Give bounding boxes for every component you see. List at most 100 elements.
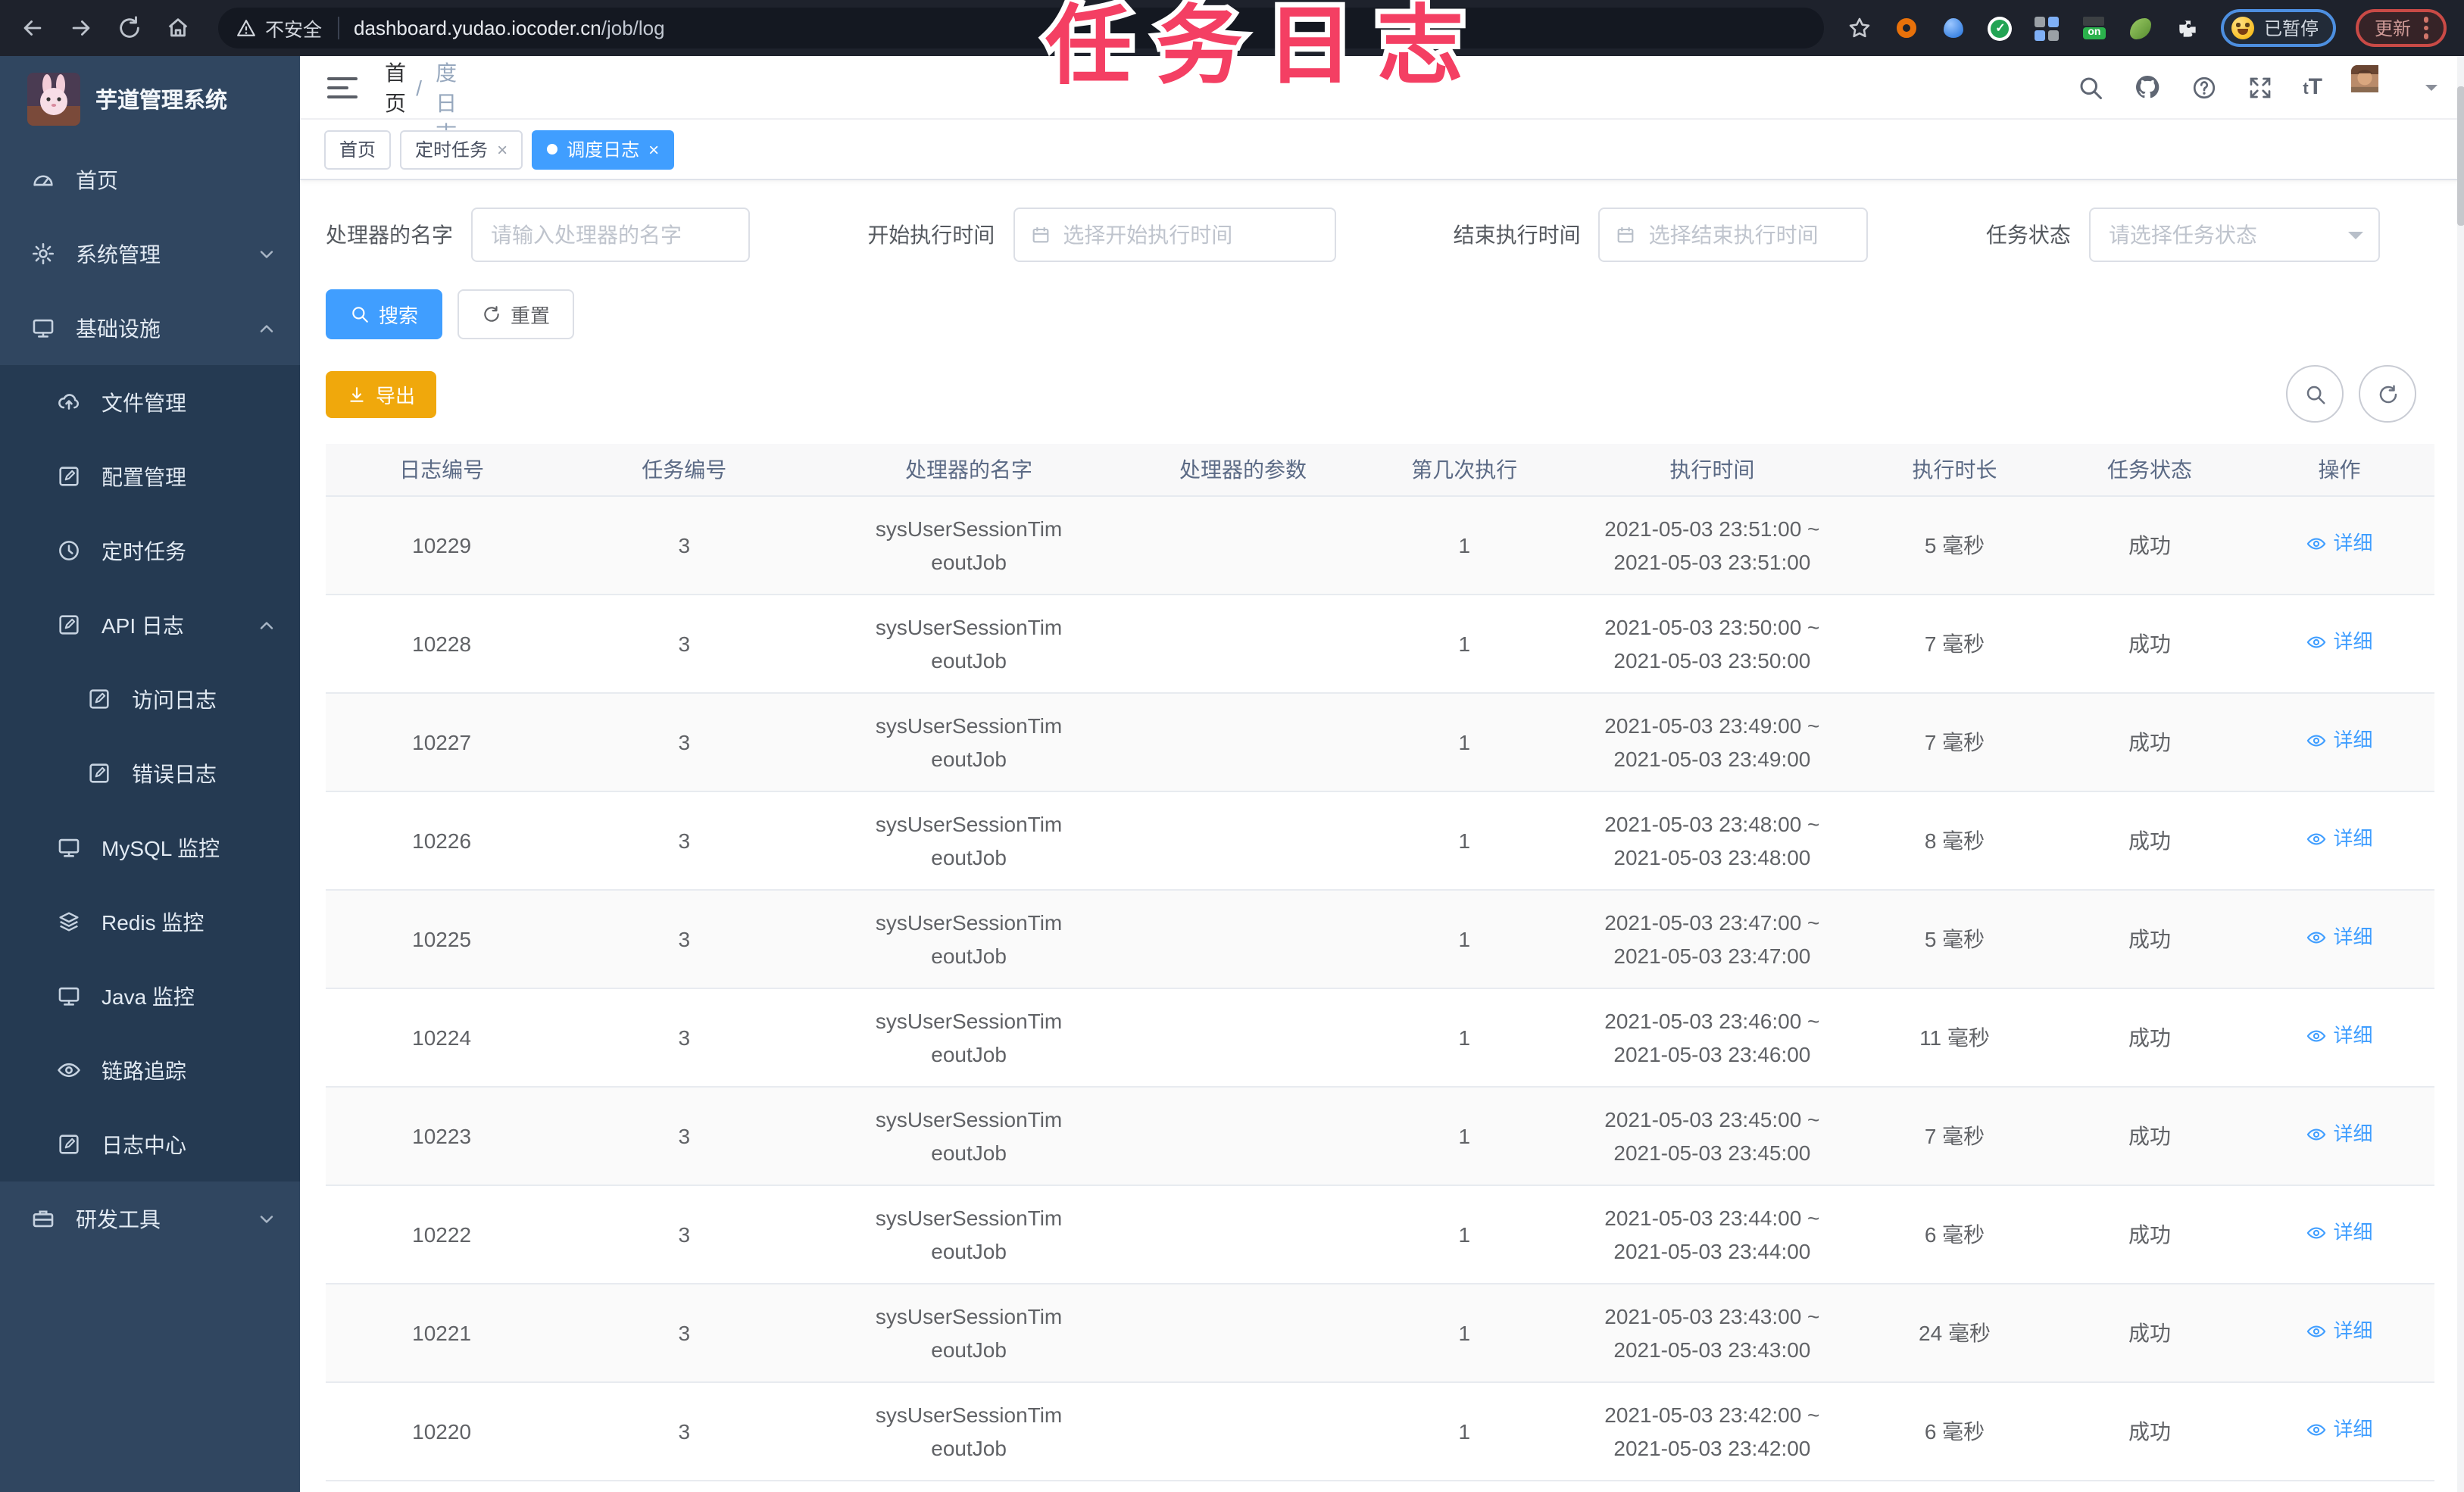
cell-time: 2021-05-03 23:45:00 ~2021-05-03 23:45:00 bbox=[1604, 1107, 1820, 1165]
detail-link[interactable]: 详细 bbox=[2306, 822, 2373, 856]
browser-menu-icon[interactable] bbox=[2423, 17, 2428, 39]
browser-back-button[interactable] bbox=[12, 8, 52, 48]
sidebar-item-MySQL-监控[interactable]: MySQL 监控 bbox=[0, 810, 300, 885]
browser-forward-button[interactable] bbox=[61, 8, 100, 48]
export-button[interactable]: 导出 bbox=[326, 370, 437, 417]
tab-schedule-log[interactable]: 调度日志 × bbox=[532, 130, 675, 169]
cell-task-id: 3 bbox=[678, 1419, 691, 1444]
sidebar-item-配置管理[interactable]: 配置管理 bbox=[0, 439, 300, 513]
cell-action: 详细 bbox=[2244, 1019, 2434, 1056]
avatar-caret-icon[interactable] bbox=[2425, 84, 2437, 96]
sidebar-item-文件管理[interactable]: 文件管理 bbox=[0, 365, 300, 439]
browser-reload-button[interactable] bbox=[109, 8, 148, 48]
clock-icon bbox=[56, 538, 82, 563]
begin-time-input[interactable] bbox=[1060, 221, 1319, 248]
security-chip[interactable]: 不安全 bbox=[236, 14, 322, 42]
extension-blue-drop-icon[interactable] bbox=[1940, 14, 1967, 42]
reset-button[interactable]: 重置 bbox=[458, 289, 575, 339]
tab-timed-task[interactable]: 定时任务 × bbox=[400, 130, 523, 169]
refresh-table-button[interactable] bbox=[2359, 365, 2416, 423]
detail-link[interactable]: 详细 bbox=[2306, 921, 2373, 954]
detail-link[interactable]: 详细 bbox=[2306, 527, 2373, 560]
fullscreen-icon[interactable] bbox=[2247, 73, 2274, 101]
table-row: 10228 3 sysUserSessionTim eoutJob 1 2021-… bbox=[326, 595, 2434, 694]
sidebar-item-首页[interactable]: 首页 bbox=[0, 142, 300, 217]
edit-icon bbox=[86, 760, 112, 786]
page-scrollbar[interactable] bbox=[2457, 56, 2464, 1492]
cell-status: 成功 bbox=[2128, 927, 2171, 951]
table-row: 10222 3 sysUserSessionTim eoutJob 1 2021-… bbox=[326, 1186, 2434, 1284]
cell-duration: 8 毫秒 bbox=[1924, 829, 1985, 853]
cell-status: 成功 bbox=[2128, 1124, 2171, 1148]
cell-duration: 6 毫秒 bbox=[1924, 1222, 1985, 1247]
task-status-select[interactable] bbox=[2088, 208, 2380, 262]
cell-time: 2021-05-03 23:49:00 ~2021-05-03 23:49:00 bbox=[1604, 713, 1820, 771]
sidebar-item-错误日志[interactable]: 错误日志 bbox=[0, 736, 300, 810]
sidebar-item-访问日志[interactable]: 访问日志 bbox=[0, 662, 300, 736]
active-dot-icon bbox=[547, 144, 558, 155]
detail-link[interactable]: 详细 bbox=[2306, 1019, 2373, 1053]
extension-leaf-icon[interactable] bbox=[2128, 14, 2155, 42]
browser-update-button[interactable]: 更新 bbox=[2356, 9, 2447, 47]
cell-status: 成功 bbox=[2128, 533, 2171, 557]
cell-count: 1 bbox=[1458, 1222, 1471, 1247]
cell-count: 1 bbox=[1458, 1025, 1471, 1050]
sidebar-item-日志中心[interactable]: 日志中心 bbox=[0, 1107, 300, 1181]
cell-task-id: 3 bbox=[678, 1025, 691, 1050]
end-time-label: 结束执行时间 bbox=[1453, 223, 1581, 247]
handler-name-input[interactable] bbox=[488, 221, 733, 248]
close-icon[interactable]: × bbox=[497, 140, 507, 158]
detail-link[interactable]: 详细 bbox=[2306, 626, 2373, 659]
scrollbar-thumb[interactable] bbox=[2457, 86, 2464, 226]
close-icon[interactable]: × bbox=[648, 140, 659, 158]
tab-home[interactable]: 首页 bbox=[324, 130, 392, 169]
bookmark-star-icon[interactable] bbox=[1846, 14, 1873, 42]
browser-home-button[interactable] bbox=[158, 8, 197, 48]
task-status-input[interactable] bbox=[2105, 221, 2339, 248]
table-row: 10220 3 sysUserSessionTim eoutJob 1 2021-… bbox=[326, 1383, 2434, 1481]
extension-green-y-icon[interactable]: ✓ bbox=[1987, 14, 2014, 42]
sidebar-item-Java-监控[interactable]: Java 监控 bbox=[0, 959, 300, 1033]
toggle-search-button[interactable] bbox=[2286, 365, 2344, 423]
sidebar-item-定时任务[interactable]: 定时任务 bbox=[0, 513, 300, 588]
cell-log-id: 10228 bbox=[412, 632, 472, 656]
app-logo-row[interactable]: 芋道管理系统 bbox=[0, 56, 300, 142]
refresh-icon bbox=[2376, 382, 2399, 405]
sidebar-item-研发工具[interactable]: 研发工具 bbox=[0, 1181, 300, 1256]
sidebar-item-链路追踪[interactable]: 链路追踪 bbox=[0, 1033, 300, 1107]
detail-link[interactable]: 详细 bbox=[2306, 724, 2373, 757]
extensions-puzzle-icon[interactable] bbox=[2175, 14, 2202, 42]
monitor-icon bbox=[56, 835, 82, 860]
cell-handler: sysUserSessionTim eoutJob bbox=[875, 910, 1063, 968]
github-icon[interactable] bbox=[2133, 73, 2162, 101]
eye-icon bbox=[2306, 1419, 2328, 1440]
avatar[interactable] bbox=[2351, 64, 2397, 110]
begin-time-label: 开始执行时间 bbox=[867, 223, 995, 247]
search-icon[interactable] bbox=[2077, 73, 2104, 101]
detail-link[interactable]: 详细 bbox=[2306, 1118, 2373, 1151]
detail-link[interactable]: 详细 bbox=[2306, 1413, 2373, 1447]
table-row: 10227 3 sysUserSessionTim eoutJob 1 2021-… bbox=[326, 694, 2434, 792]
cell-handler: sysUserSessionTim eoutJob bbox=[875, 1403, 1063, 1460]
detail-link[interactable]: 详细 bbox=[2306, 1315, 2373, 1348]
cell-action: 详细 bbox=[2244, 822, 2434, 859]
collapse-menu-icon[interactable] bbox=[327, 76, 358, 98]
extension-grid-icon[interactable] bbox=[2034, 14, 2061, 42]
breadcrumb-home[interactable]: 首页 bbox=[385, 57, 406, 117]
cell-handler: sysUserSessionTim eoutJob bbox=[875, 615, 1063, 673]
detail-link[interactable]: 详细 bbox=[2306, 1216, 2373, 1250]
extension-on-switch-icon[interactable]: on bbox=[2081, 14, 2108, 42]
font-size-icon[interactable]: tT bbox=[2303, 74, 2322, 100]
search-button[interactable]: 搜索 bbox=[326, 289, 443, 339]
sidebar-item-Redis-监控[interactable]: Redis 监控 bbox=[0, 885, 300, 959]
main-area: 首页 / 调度日志 tT bbox=[300, 30, 2464, 1492]
end-time-input[interactable] bbox=[1645, 221, 1852, 248]
paused-badge[interactable]: 已暂停 bbox=[2221, 9, 2337, 47]
sidebar-item-基础设施[interactable]: 基础设施 bbox=[0, 291, 300, 365]
cell-time: 2021-05-03 23:47:00 ~2021-05-03 23:47:00 bbox=[1604, 910, 1820, 968]
extension-orange-ring-icon[interactable] bbox=[1893, 14, 1920, 42]
sidebar-item-API-日志[interactable]: API 日志 bbox=[0, 588, 300, 662]
address-bar[interactable]: 不安全 dashboard.yudao.iocoder.cn/job/log bbox=[218, 8, 1825, 48]
sidebar-item-系统管理[interactable]: 系统管理 bbox=[0, 217, 300, 291]
help-icon[interactable] bbox=[2191, 73, 2218, 101]
